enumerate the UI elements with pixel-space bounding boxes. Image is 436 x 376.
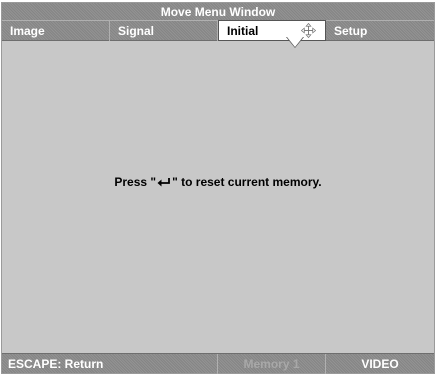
source-indicator: VIDEO — [326, 354, 434, 374]
tab-bar: Image Signal Initial Setup — [2, 20, 434, 41]
tab-label: Signal — [118, 24, 155, 38]
status-bar: ESCAPE: Return Memory 1 VIDEO — [2, 353, 434, 374]
active-tab-pointer-fill — [287, 37, 303, 47]
tab-label: Setup — [334, 24, 368, 38]
move-menu-window: Move Menu Window Image Signal Initial Se… — [1, 2, 435, 374]
message-prefix: Press " — [114, 175, 157, 189]
tab-image[interactable]: Image — [2, 21, 110, 41]
menu-content: Press " " to reset current memory. — [2, 41, 434, 352]
move-arrows-icon[interactable] — [301, 23, 316, 38]
tab-setup[interactable]: Setup — [326, 21, 434, 41]
tab-label: Initial — [227, 23, 259, 38]
escape-label: ESCAPE: Return — [8, 357, 104, 371]
reset-message: Press " " to reset current memory. — [2, 175, 434, 189]
tab-initial[interactable]: Initial — [218, 20, 326, 41]
message-suffix: " to reset current memory. — [172, 175, 322, 189]
tab-label: Image — [10, 24, 45, 38]
window-titlebar[interactable]: Move Menu Window — [2, 3, 434, 21]
source-label: VIDEO — [361, 357, 399, 371]
enter-return-icon — [157, 178, 170, 187]
memory-label: Memory 1 — [243, 357, 300, 371]
window-title: Move Menu Window — [160, 4, 276, 19]
memory-indicator: Memory 1 — [218, 354, 326, 374]
tab-signal[interactable]: Signal — [110, 21, 218, 41]
escape-return-hint[interactable]: ESCAPE: Return — [2, 354, 218, 374]
